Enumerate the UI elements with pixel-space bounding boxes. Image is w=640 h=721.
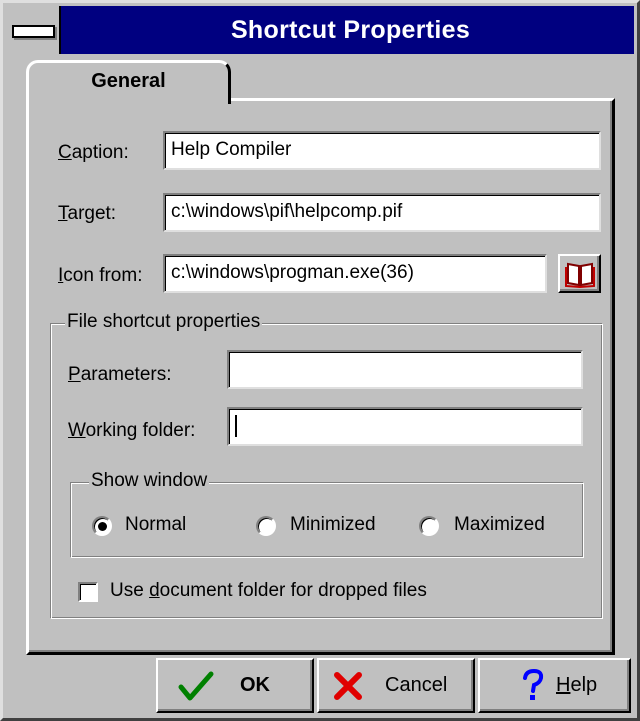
- radio-maximized-label[interactable]: Maximized: [454, 514, 545, 536]
- use-document-folder-label[interactable]: Use document folder for dropped files: [110, 580, 427, 602]
- text-caret: [235, 415, 237, 437]
- caption-input[interactable]: Help Compiler: [163, 131, 601, 170]
- target-input[interactable]: c:\windows\pif\helpcomp.pif: [163, 193, 601, 232]
- radio-selected-dot: [98, 522, 107, 531]
- target-label: Target:: [58, 203, 117, 224]
- checkmark-icon: [178, 671, 214, 701]
- show-window-title: Show window: [89, 470, 210, 492]
- help-button-label: Help: [556, 674, 598, 696]
- working-folder-input[interactable]: [227, 407, 583, 446]
- working-folder-label: Working folder:: [68, 420, 196, 441]
- file-shortcut-properties-title: File shortcut properties: [65, 311, 263, 333]
- radio-maximized-circle[interactable]: [419, 516, 439, 536]
- system-menu-icon: [12, 25, 55, 38]
- icon-from-label: Icon from:: [58, 265, 143, 286]
- parameters-input[interactable]: [227, 350, 583, 389]
- ok-button[interactable]: OK: [156, 658, 314, 713]
- radio-normal-label[interactable]: Normal: [125, 514, 186, 536]
- radio-minimized-circle[interactable]: [256, 516, 276, 536]
- icon-from-input[interactable]: c:\windows\progman.exe(36): [163, 254, 547, 293]
- window-title: Shortcut Properties: [230, 15, 471, 44]
- tab-general-label: General: [91, 70, 166, 92]
- cancel-button-label: Cancel: [385, 674, 448, 696]
- book-icon: [565, 262, 595, 288]
- change-icon-button[interactable]: [558, 254, 601, 293]
- radio-normal-circle[interactable]: [92, 516, 112, 536]
- tab-general[interactable]: General: [26, 60, 231, 104]
- cancel-button[interactable]: Cancel: [317, 658, 475, 713]
- help-button[interactable]: Help: [478, 658, 631, 713]
- x-icon: [334, 672, 362, 700]
- title-bar[interactable]: Shortcut Properties: [6, 6, 634, 54]
- question-icon: [523, 668, 544, 700]
- ok-button-label: OK: [240, 674, 270, 696]
- caption-label: Caption:: [58, 142, 129, 163]
- system-menu-button[interactable]: [6, 6, 61, 54]
- use-document-folder-checkbox[interactable]: [78, 582, 98, 602]
- parameters-label: Parameters:: [68, 364, 172, 385]
- radio-minimized-label[interactable]: Minimized: [290, 514, 376, 536]
